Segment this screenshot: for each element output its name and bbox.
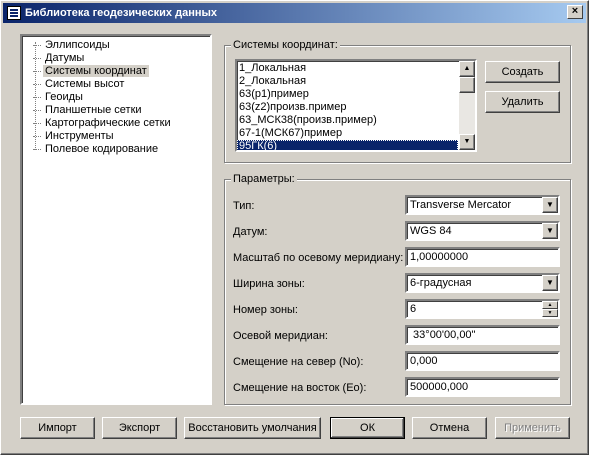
tree-item-coordinate-systems[interactable]: Системы координат (22, 65, 210, 78)
scroll-up-icon[interactable]: ▲ (459, 61, 475, 77)
chevron-down-icon[interactable]: ▼ (542, 275, 558, 291)
spin-buttons[interactable]: ▲ ▼ (542, 301, 558, 317)
scale-input[interactable]: 1,00000000 (405, 247, 560, 267)
zone-width-label: Ширина зоны: (233, 278, 305, 290)
false-northing-label: Смещение на север (No): (233, 356, 364, 368)
datum-select-value: WGS 84 (410, 225, 452, 237)
false-northing-input[interactable]: 0,000 (405, 351, 560, 371)
tree-item-label: Геоиды (45, 91, 83, 103)
zone-width-select[interactable]: 6-градусная ▼ (405, 273, 560, 293)
tree-item-label: Полевое кодирование (45, 143, 159, 155)
window-title: Библиотека геодезических данных (25, 7, 217, 19)
type-select-value: Transverse Mercator (410, 199, 512, 211)
datum-label: Датум: (233, 226, 268, 238)
scale-label: Масштаб по осевому меридиану: (233, 252, 404, 264)
coord-systems-group-label: Системы координат: (231, 39, 340, 51)
type-label: Тип: (233, 200, 255, 212)
list-item[interactable]: 1_Локальная (237, 62, 458, 75)
app-icon (7, 6, 21, 20)
coord-systems-list-items: 1_Локальная 2_Локальная 63(p1)пример 63(… (237, 61, 458, 150)
close-button[interactable]: × (567, 5, 583, 19)
list-item[interactable]: 67-1(МСК67)пример (237, 127, 458, 140)
ok-button[interactable]: ОК (330, 417, 405, 439)
zone-number-stepper[interactable]: 6 ▲ ▼ (405, 299, 560, 319)
chevron-down-icon[interactable]: ▼ (542, 197, 558, 213)
cancel-button[interactable]: Отмена (412, 417, 487, 439)
scroll-down-icon[interactable]: ▼ (459, 134, 475, 150)
tree-item-label: Датумы (45, 52, 85, 64)
category-tree[interactable]: Эллипсоиды Датумы Системы координат Сист… (20, 34, 212, 405)
tree-item-sheet-grids[interactable]: Планшетные сетки (22, 104, 210, 117)
restore-defaults-button[interactable]: Восстановить умолчания (184, 417, 321, 439)
apply-button[interactable]: Применить (495, 417, 570, 439)
chevron-down-icon[interactable]: ▼ (542, 223, 558, 239)
list-scrollbar[interactable]: ▲ ▼ (459, 61, 475, 150)
list-item-selected[interactable]: 95ГК(6) (237, 140, 458, 150)
tree-item-label: Системы координат (43, 65, 149, 77)
list-item[interactable]: 63(p1)пример (237, 88, 458, 101)
tree-item-height-systems[interactable]: Системы высот (22, 78, 210, 91)
tree-item-ellipsoids[interactable]: Эллипсоиды (22, 39, 210, 52)
tree-item-label: Инструменты (45, 130, 114, 142)
tree-item-label: Эллипсоиды (45, 39, 110, 51)
list-item[interactable]: 63(z2)произв.пример (237, 101, 458, 114)
coord-systems-list[interactable]: 1_Локальная 2_Локальная 63(p1)пример 63(… (235, 59, 477, 152)
parameters-group-label: Параметры: (231, 173, 297, 185)
spin-up-icon[interactable]: ▲ (542, 301, 558, 309)
list-item[interactable]: 63_МСК38(произв.пример) (237, 114, 458, 127)
tree-item-label: Картографические сетки (45, 117, 171, 129)
tree-item-datums[interactable]: Датумы (22, 52, 210, 65)
tree-item-geoids[interactable]: Геоиды (22, 91, 210, 104)
zone-width-select-value: 6-градусная (410, 277, 472, 289)
false-easting-input[interactable]: 500000,000 (405, 377, 560, 397)
zone-number-label: Номер зоны: (233, 304, 298, 316)
tree-item-label: Системы высот (45, 78, 125, 90)
tree-item-cartographic-grids[interactable]: Картографические сетки (22, 117, 210, 130)
false-easting-label: Смещение на восток (Eo): (233, 382, 367, 394)
dialog-window: Библиотека геодезических данных × Эллипс… (0, 0, 589, 455)
datum-select[interactable]: WGS 84 ▼ (405, 221, 560, 241)
zone-number-value: 6 (410, 303, 417, 315)
spin-down-icon[interactable]: ▼ (542, 309, 558, 317)
tree-item-tools[interactable]: Инструменты (22, 130, 210, 143)
export-button[interactable]: Экспорт (102, 417, 177, 439)
tree-item-field-coding[interactable]: Полевое кодирование (22, 143, 210, 156)
import-button[interactable]: Импорт (20, 417, 95, 439)
list-item[interactable]: 2_Локальная (237, 75, 458, 88)
central-meridian-label: Осевой меридиан: (233, 330, 328, 342)
tree-item-label: Планшетные сетки (45, 104, 142, 116)
title-bar[interactable]: Библиотека геодезических данных × (3, 3, 586, 23)
central-meridian-input[interactable]: 33°00'00,00" (405, 325, 560, 345)
type-select[interactable]: Transverse Mercator ▼ (405, 195, 560, 215)
scroll-thumb[interactable] (459, 77, 475, 93)
create-button[interactable]: Создать (485, 61, 560, 83)
delete-button[interactable]: Удалить (485, 91, 560, 113)
